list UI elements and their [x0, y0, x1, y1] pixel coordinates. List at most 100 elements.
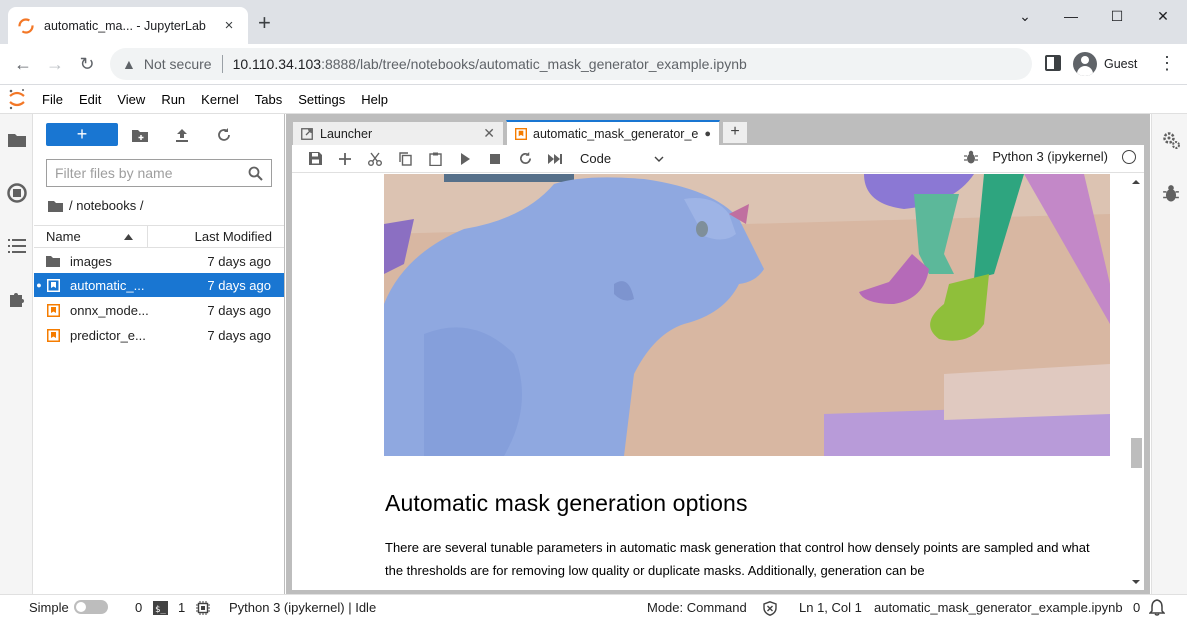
modified-column-header[interactable]: Last Modified	[148, 226, 284, 247]
file-name: predictor_e...	[70, 327, 146, 343]
simple-mode-toggle[interactable]	[74, 600, 108, 614]
cell-type-select[interactable]: Code	[580, 151, 670, 166]
simple-mode-label: Simple	[29, 600, 69, 615]
reload-icon[interactable]: ↻	[76, 53, 98, 75]
notebook-content: Automatic mask generation options There …	[292, 174, 1144, 590]
menu-tabs[interactable]: Tabs	[247, 92, 290, 107]
table-of-contents-icon[interactable]	[6, 235, 27, 256]
new-tab-button[interactable]: +	[258, 12, 271, 34]
maximize-icon[interactable]: ☐	[1097, 5, 1137, 27]
browser-menu-icon[interactable]: ⋮	[1158, 54, 1176, 72]
close-tab-icon[interactable]: ✕	[483, 125, 495, 142]
search-icon	[248, 166, 263, 181]
file-name: onnx_mode...	[70, 302, 149, 318]
name-column-label: Name	[46, 229, 81, 244]
menu-help[interactable]: Help	[353, 92, 396, 107]
chevron-down-icon[interactable]: ⌄	[1005, 5, 1045, 27]
profile-button[interactable]: Guest	[1073, 51, 1137, 77]
new-launcher-button[interactable]: +	[46, 123, 118, 146]
kernel-chip-icon[interactable]	[196, 601, 210, 618]
left-activity-bar	[0, 114, 33, 594]
notebook-icon	[46, 328, 60, 342]
mode-indicator: Mode: Command	[647, 600, 747, 615]
menu-file[interactable]: File	[34, 92, 71, 107]
jupyter-logo-icon	[0, 85, 34, 114]
fast-forward-icon[interactable]	[540, 147, 570, 171]
folder-icon[interactable]	[6, 129, 27, 150]
scroll-down-icon[interactable]	[1128, 577, 1144, 587]
url-omnibox[interactable]: ▲ Not secure 10.110.34.103 :8888/lab/tre…	[110, 48, 1032, 80]
add-tab-button[interactable]: +	[722, 121, 748, 144]
breadcrumb-path[interactable]: / notebooks /	[69, 198, 143, 213]
property-inspector-gears-icon[interactable]	[1160, 129, 1181, 150]
file-filter-input[interactable]	[55, 165, 248, 181]
upload-icon[interactable]	[172, 125, 192, 145]
stop-icon[interactable]	[480, 147, 510, 171]
unsaved-dot-icon[interactable]: ●	[704, 128, 711, 140]
cut-icon[interactable]	[360, 147, 390, 171]
scrollbar[interactable]	[1128, 174, 1144, 590]
home-folder-icon[interactable]	[48, 200, 63, 212]
bell-icon[interactable]	[1148, 599, 1166, 619]
menubar: File Edit View Run Kernel Tabs Settings …	[0, 85, 1187, 114]
restart-icon[interactable]	[510, 147, 540, 171]
file-row-predictor[interactable]: predictor_e... 7 days ago	[34, 323, 284, 347]
menu-run[interactable]: Run	[153, 92, 193, 107]
debugger-bug-icon[interactable]	[964, 150, 979, 164]
running-sessions-icon[interactable]	[6, 182, 27, 203]
kernel-status-icon	[1122, 149, 1136, 164]
copy-icon[interactable]	[390, 147, 420, 171]
terminal-icon[interactable]: $_	[153, 601, 168, 618]
scroll-up-icon[interactable]	[1128, 177, 1144, 187]
browser-tab-title: automatic_ma... - JupyterLab	[44, 18, 206, 33]
file-row-onnx[interactable]: onnx_mode... 7 days ago	[34, 298, 284, 322]
browser-tab[interactable]: automatic_ma... - JupyterLab ×	[8, 7, 248, 44]
browser-tabstrip: automatic_ma... - JupyterLab × + ⌄ — ☐ ✕	[0, 0, 1187, 44]
kernels-count[interactable]: 1	[178, 600, 185, 615]
file-row-automatic[interactable]: ● automatic_... 7 days ago	[34, 273, 284, 297]
notification-count[interactable]: 0	[1133, 600, 1140, 615]
menu-kernel[interactable]: Kernel	[193, 92, 247, 107]
close-tab-icon[interactable]: ×	[220, 17, 238, 34]
file-name-status: automatic_mask_generator_example.ipynb	[874, 600, 1123, 615]
side-panel-icon[interactable]	[1045, 55, 1061, 71]
tab-launcher[interactable]: Launcher ✕	[292, 121, 504, 145]
run-icon[interactable]	[450, 147, 480, 171]
tab-label: Launcher	[320, 126, 373, 141]
forward-arrow-icon[interactable]: →	[44, 53, 66, 75]
markdown-heading: Automatic mask generation options	[385, 490, 748, 516]
save-icon[interactable]	[300, 147, 330, 171]
kernel-name[interactable]: Python 3 (ipykernel)	[992, 149, 1108, 164]
insert-cell-icon[interactable]	[330, 147, 360, 171]
scroll-thumb[interactable]	[1131, 438, 1142, 468]
menu-settings[interactable]: Settings	[290, 92, 353, 107]
document-tabbar: Launcher ✕ automatic_mask_generator_e ● …	[286, 114, 1150, 145]
file-filter-field[interactable]	[46, 159, 272, 187]
new-folder-icon[interactable]	[130, 125, 150, 145]
notebook-toolbar: Code Python 3 (ipykernel)	[292, 145, 1144, 173]
tab-notebook[interactable]: automatic_mask_generator_e ●	[506, 120, 720, 145]
back-arrow-icon[interactable]: ←	[12, 53, 34, 75]
kernel-status[interactable]: Python 3 (ipykernel) | Idle	[229, 600, 376, 615]
menu-edit[interactable]: Edit	[71, 92, 109, 107]
notebook-icon	[46, 278, 60, 292]
not-secure-label: Not secure	[143, 56, 212, 72]
minimize-icon[interactable]: —	[1051, 5, 1091, 27]
paste-icon[interactable]	[420, 147, 450, 171]
file-modified: 7 days ago	[207, 277, 271, 293]
output-image	[384, 174, 1110, 456]
extensions-puzzle-icon[interactable]	[6, 288, 27, 309]
menu-view[interactable]: View	[109, 92, 153, 107]
file-name: automatic_...	[70, 277, 145, 293]
cursor-position[interactable]: Ln 1, Col 1	[799, 600, 862, 615]
file-row-images[interactable]: images 7 days ago	[34, 249, 284, 273]
launcher-icon	[301, 127, 313, 140]
terminals-count[interactable]: 0	[135, 600, 142, 615]
file-modified: 7 days ago	[207, 253, 271, 269]
name-column-header[interactable]: Name	[34, 226, 148, 247]
url-host: 10.110.34.103	[232, 56, 322, 72]
close-window-icon[interactable]: ✕	[1143, 5, 1183, 27]
trusted-shield-icon[interactable]	[763, 601, 777, 619]
debugger-bug-icon[interactable]	[1160, 182, 1181, 203]
refresh-icon[interactable]	[214, 125, 234, 145]
